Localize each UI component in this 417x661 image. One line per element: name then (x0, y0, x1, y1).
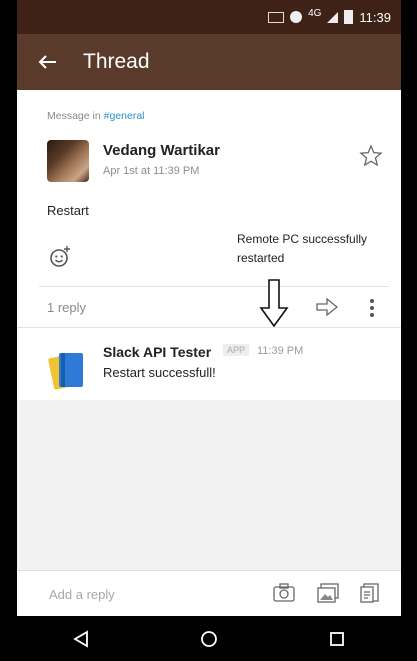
reply-input[interactable] (47, 581, 251, 607)
app-badge: APP (223, 344, 250, 356)
status-bar: 4G 11:39 (17, 0, 401, 34)
navigation-bar (17, 616, 401, 661)
files-button[interactable] (360, 583, 380, 608)
network-type: 4G (308, 7, 322, 19)
reply-message: Slack API Tester APP 11:39 PM Restart su… (17, 328, 401, 400)
battery-icon (344, 10, 354, 24)
nav-recents-icon (330, 631, 344, 646)
thread-content: Message in #general Vedang Wartikar Apr … (17, 90, 401, 400)
status-time: 11:39 (359, 9, 391, 25)
empty-area (17, 400, 401, 570)
more-options-button[interactable] (369, 298, 375, 323)
nav-home-icon (201, 630, 217, 647)
vibrate-icon (268, 11, 285, 23)
nav-recents-button[interactable] (307, 619, 367, 659)
add-reaction-button[interactable] (47, 244, 73, 270)
add-reaction-icon (50, 246, 70, 267)
do-not-disturb-icon (290, 11, 303, 23)
divider (39, 286, 389, 287)
down-arrow-icon (259, 278, 289, 333)
app-avatar[interactable] (47, 348, 91, 392)
context-prefix: Message in (47, 110, 101, 122)
reply-time: 11:39 PM (257, 345, 304, 357)
annotation-text: Remote PC successfully restarted (237, 232, 368, 266)
signal-icon (327, 11, 339, 23)
files-icon (360, 583, 379, 603)
nav-back-button[interactable] (51, 619, 111, 659)
message-context: Message in #general (47, 110, 145, 122)
share-button[interactable] (316, 297, 339, 321)
reply-text: Restart successfull! (103, 365, 216, 380)
book-icon (48, 353, 83, 390)
camera-icon (273, 583, 295, 602)
nav-home-button[interactable] (179, 619, 239, 659)
share-icon (316, 297, 339, 317)
reply-count: 1 reply (47, 300, 87, 315)
app-bar: Thread (17, 34, 401, 90)
message-date: Apr 1st at 11:39 PM (103, 165, 200, 177)
back-button[interactable] (23, 34, 71, 90)
camera-button[interactable] (273, 583, 295, 608)
message-text: Restart (47, 203, 89, 218)
channel-link[interactable]: #general (104, 110, 145, 122)
arrow-left-icon (38, 55, 56, 69)
avatar[interactable] (47, 140, 89, 182)
page-title: Thread (83, 50, 150, 73)
star-button[interactable] (359, 144, 383, 173)
author-name[interactable]: Vedang Wartikar (103, 142, 220, 159)
phone-screen: 4G 11:39 Thread Message in #general Veda… (17, 0, 401, 661)
reply-author[interactable]: Slack API Tester (103, 344, 211, 360)
gallery-icon (317, 583, 339, 603)
more-vertical-icon (370, 299, 374, 317)
reply-composer (17, 570, 401, 616)
star-icon (359, 144, 383, 167)
gallery-button[interactable] (317, 583, 339, 608)
nav-back-icon (73, 629, 88, 648)
